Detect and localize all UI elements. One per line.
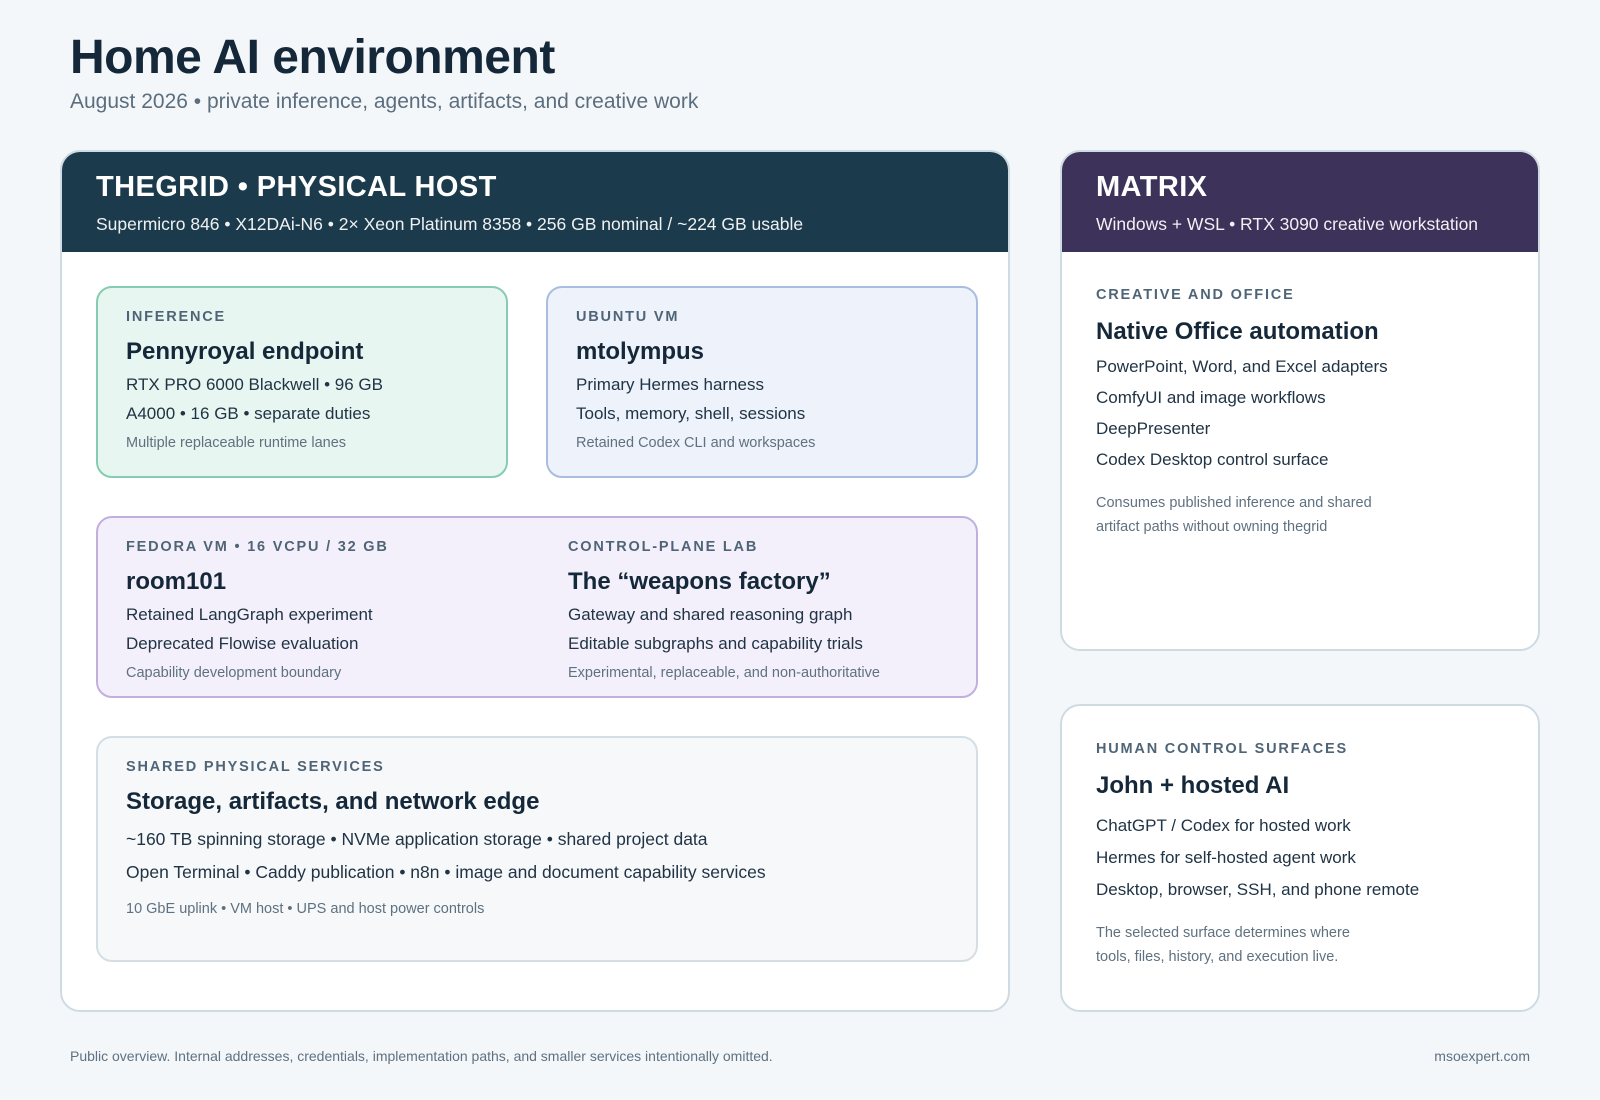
fedora-column: FEDORA VM • 16 vCPU / 32 GB room101 Reta… xyxy=(126,538,389,683)
shared-line: ~160 TB spinning storage • NVMe applicat… xyxy=(126,829,708,849)
footer-disclaimer: Public overview. Internal addresses, cre… xyxy=(70,1048,773,1064)
matrix-label: CREATIVE AND OFFICE xyxy=(1096,287,1295,303)
inference-note: Multiple replaceable runtime lanes xyxy=(126,435,347,451)
thegrid-panel: THEGRID • PHYSICAL HOST Supermicro 846 •… xyxy=(60,150,1010,1012)
human-note: The selected surface determines where to… xyxy=(1096,921,1504,969)
lab-heading: The “weapons factory” xyxy=(568,568,831,595)
lab-line: Gateway and shared reasoning graph xyxy=(568,605,853,624)
inference-card: INFERENCE Pennyroyal endpoint RTX PRO 60… xyxy=(96,286,508,478)
matrix-title: MATRIX xyxy=(1096,171,1208,203)
lab-label: CONTROL-PLANE LAB xyxy=(568,539,759,555)
human-note-line: tools, files, history, and execution liv… xyxy=(1096,949,1339,965)
control-plane-lab-column: CONTROL-PLANE LAB The “weapons factory” … xyxy=(568,538,880,683)
thegrid-subtitle: Supermicro 846 • X12DAi-N6 • 2× Xeon Pla… xyxy=(96,214,804,234)
matrix-note-line: artifact paths without owning thegrid xyxy=(1096,519,1328,535)
ubuntu-line: Primary Hermes harness xyxy=(576,375,764,394)
human-line: ChatGPT / Codex for hosted work xyxy=(1096,816,1351,835)
fedora-heading: room101 xyxy=(126,568,227,595)
page-subtitle: August 2026 • private inference, agents,… xyxy=(70,90,699,113)
human-note-line: The selected surface determines where xyxy=(1096,925,1350,941)
shared-label: SHARED PHYSICAL SERVICES xyxy=(126,759,385,775)
ubuntu-label: UBUNTU VM xyxy=(576,309,680,325)
ubuntu-note: Retained Codex CLI and workspaces xyxy=(576,435,816,451)
ubuntu-heading: mtolympus xyxy=(576,338,705,365)
human-line: Desktop, browser, SSH, and phone remote xyxy=(1096,880,1420,899)
matrix-header: MATRIX Windows + WSL • RTX 3090 creative… xyxy=(1062,152,1538,252)
inference-heading: Pennyroyal endpoint xyxy=(126,338,364,365)
fedora-label: FEDORA VM • 16 vCPU / 32 GB xyxy=(126,539,389,555)
human-control-panel: HUMAN CONTROL SURFACES John + hosted AI … xyxy=(1060,704,1540,1012)
thegrid-header: THEGRID • PHYSICAL HOST Supermicro 846 •… xyxy=(62,152,1008,252)
matrix-note-line: Consumes published inference and shared xyxy=(1096,495,1372,511)
matrix-panel: MATRIX Windows + WSL • RTX 3090 creative… xyxy=(1060,150,1540,651)
matrix-line: Codex Desktop control surface xyxy=(1096,450,1329,469)
shared-heading: Storage, artifacts, and network edge xyxy=(126,788,540,815)
matrix-heading: Native Office automation xyxy=(1096,318,1379,345)
thegrid-title: THEGRID • PHYSICAL HOST xyxy=(96,171,497,203)
matrix-body: CREATIVE AND OFFICE Native Office automa… xyxy=(1062,252,1538,539)
matrix-line: PowerPoint, Word, and Excel adapters xyxy=(1096,357,1388,376)
shared-note: 10 GbE uplink • VM host • UPS and host p… xyxy=(126,901,485,917)
lab-note: Experimental, replaceable, and non-autho… xyxy=(568,665,880,681)
page-title: Home AI environment xyxy=(70,31,555,84)
ubuntu-line: Tools, memory, shell, sessions xyxy=(576,404,806,423)
matrix-note: Consumes published inference and shared … xyxy=(1096,491,1504,539)
fedora-line: Retained LangGraph experiment xyxy=(126,605,373,624)
shared-line: Open Terminal • Caddy publication • n8n … xyxy=(126,862,766,882)
human-heading: John + hosted AI xyxy=(1096,772,1290,799)
fedora-note: Capability development boundary xyxy=(126,665,342,681)
matrix-subtitle: Windows + WSL • RTX 3090 creative workst… xyxy=(1096,214,1479,234)
inference-line: A4000 • 16 GB • separate duties xyxy=(126,404,371,423)
footer-site-link[interactable]: msoexpert.com xyxy=(1434,1048,1530,1064)
fedora-line: Deprecated Flowise evaluation xyxy=(126,634,359,653)
shared-services-card: SHARED PHYSICAL SERVICES Storage, artifa… xyxy=(96,736,978,962)
inference-line: RTX PRO 6000 Blackwell • 96 GB xyxy=(126,375,383,394)
human-line: Hermes for self-hosted agent work xyxy=(1096,848,1356,867)
lab-line: Editable subgraphs and capability trials xyxy=(568,634,863,653)
inference-label: INFERENCE xyxy=(126,309,226,325)
human-label: HUMAN CONTROL SURFACES xyxy=(1096,741,1349,757)
matrix-line: ComfyUI and image workflows xyxy=(1096,388,1326,407)
fedora-vm-card: FEDORA VM • 16 vCPU / 32 GB room101 Reta… xyxy=(96,516,978,698)
ubuntu-vm-card: UBUNTU VM mtolympus Primary Hermes harne… xyxy=(546,286,978,478)
matrix-line: DeepPresenter xyxy=(1096,419,1211,438)
human-body: HUMAN CONTROL SURFACES John + hosted AI … xyxy=(1062,706,1538,969)
